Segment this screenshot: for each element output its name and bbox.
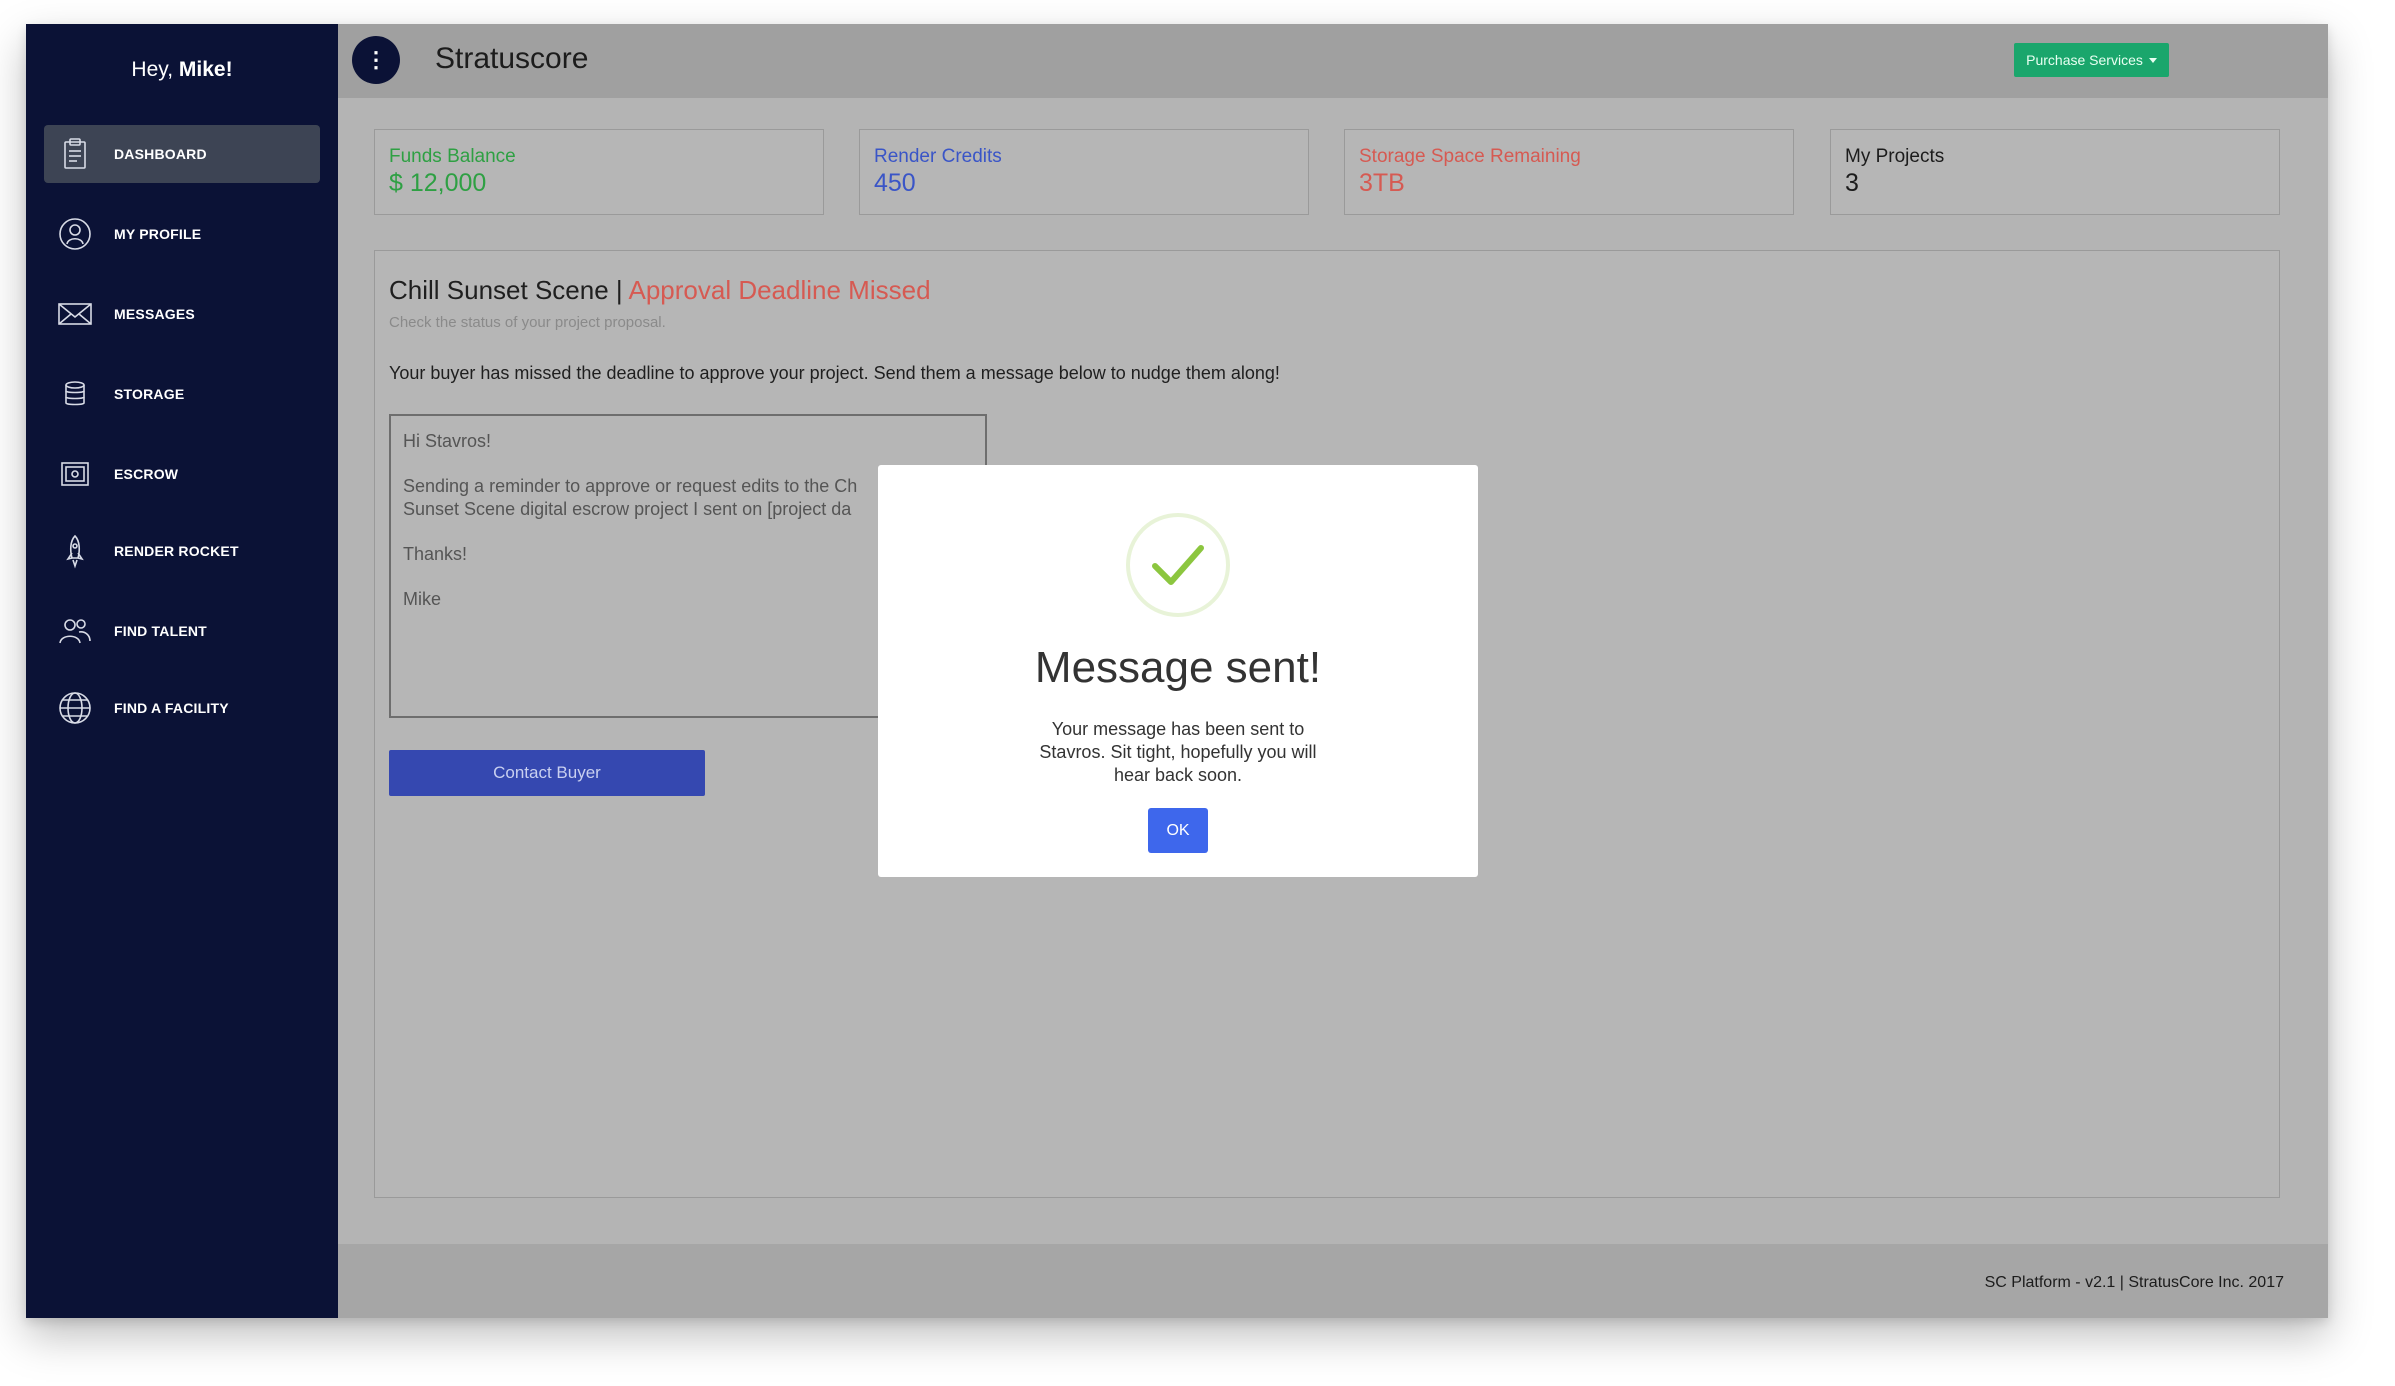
stat-value: $ 12,000 xyxy=(389,169,487,197)
title-separator: | xyxy=(615,275,623,305)
user-icon xyxy=(56,215,94,253)
ok-button[interactable]: OK xyxy=(1148,808,1208,853)
stat-label: Storage Space Remaining xyxy=(1359,146,1581,167)
database-icon xyxy=(56,375,94,413)
stat-card-storage-remaining: Storage Space Remaining 3TB xyxy=(1344,129,1794,215)
project-instruction: Your buyer has missed the deadline to ap… xyxy=(389,363,1280,383)
footer-text: SC Platform - v2.1 | StratusCore Inc. 20… xyxy=(1984,1274,2284,1291)
sidebar-item-label: RENDER ROCKET xyxy=(114,543,239,559)
purchase-services-label: Purchase Services xyxy=(2026,52,2143,68)
stat-label: Funds Balance xyxy=(389,146,516,167)
rocket-icon xyxy=(56,532,94,570)
sidebar-item-dashboard[interactable]: DASHBOARD xyxy=(44,125,320,183)
app-title: Stratuscore xyxy=(435,42,589,75)
stat-card-funds-balance: Funds Balance $ 12,000 xyxy=(374,129,824,215)
sidebar-item-label: MESSAGES xyxy=(114,306,195,322)
success-dialog: Message sent! Your message has been sent… xyxy=(878,465,1478,877)
project-status: Approval Deadline Missed xyxy=(628,275,931,305)
stat-value: 3TB xyxy=(1359,169,1405,197)
sidebar-item-messages[interactable]: MESSAGES xyxy=(44,285,320,343)
message-line: Hi Stavros! xyxy=(403,431,492,451)
sidebar-item-my-profile[interactable]: MY PROFILE xyxy=(44,205,320,263)
sidebar-item-storage[interactable]: STORAGE xyxy=(44,365,320,423)
sidebar-item-find-a-facility[interactable]: FIND A FACILITY xyxy=(44,679,320,737)
footer: SC Platform - v2.1 | StratusCore Inc. 20… xyxy=(338,1244,2328,1318)
sidebar-item-label: FIND TALENT xyxy=(114,623,207,639)
sidebar: Hey, Mike! DASHBOARD MY PROFILE MESSAGES xyxy=(26,24,338,1318)
project-title: Chill Sunset Scene | Approval Deadline M… xyxy=(389,275,931,306)
sidebar-item-label: FIND A FACILITY xyxy=(114,700,229,716)
checkmark-icon xyxy=(1126,513,1230,617)
clipboard-icon xyxy=(56,135,94,173)
menu-button[interactable]: ⋮ xyxy=(352,36,400,84)
sidebar-item-escrow[interactable]: ESCROW xyxy=(44,445,320,503)
sidebar-item-find-talent[interactable]: FIND TALENT xyxy=(44,602,320,660)
vertical-dots-icon: ⋮ xyxy=(365,47,387,72)
sidebar-item-label: MY PROFILE xyxy=(114,226,202,242)
stat-card-my-projects[interactable]: My Projects 3 xyxy=(1830,129,2280,215)
sidebar-item-label: STORAGE xyxy=(114,386,185,402)
user-name: Mike! xyxy=(178,58,233,81)
top-header: ⋮ Stratuscore Purchase Services xyxy=(338,24,2328,98)
safe-icon xyxy=(56,455,94,493)
stat-label: My Projects xyxy=(1845,146,1945,167)
caret-down-icon xyxy=(2148,57,2157,63)
user-greeting: Hey, Mike! xyxy=(26,58,338,82)
purchase-services-button[interactable]: Purchase Services xyxy=(2014,43,2169,77)
stat-label: Render Credits xyxy=(874,146,1002,167)
dialog-title: Message sent! xyxy=(1034,643,1322,692)
globe-icon xyxy=(56,689,94,727)
stat-card-render-credits: Render Credits 450 xyxy=(859,129,1309,215)
sidebar-item-label: ESCROW xyxy=(114,466,179,482)
stat-value: 3 xyxy=(1845,169,1859,197)
sidebar-item-render-rocket[interactable]: RENDER ROCKET xyxy=(44,522,320,580)
stat-value: 450 xyxy=(874,169,916,197)
project-name: Chill Sunset Scene xyxy=(389,275,609,305)
project-subtitle: Check the status of your project proposa… xyxy=(389,314,666,331)
users-icon xyxy=(56,612,94,650)
dialog-message: Your message has been sent to Stavros. S… xyxy=(1039,719,1317,785)
app-window: Hey, Mike! DASHBOARD MY PROFILE MESSAGES xyxy=(26,24,2328,1318)
greeting-prefix: Hey, xyxy=(131,58,174,81)
envelope-icon xyxy=(56,295,94,333)
sidebar-item-label: DASHBOARD xyxy=(114,146,207,162)
contact-buyer-button[interactable]: Contact Buyer xyxy=(389,750,705,796)
